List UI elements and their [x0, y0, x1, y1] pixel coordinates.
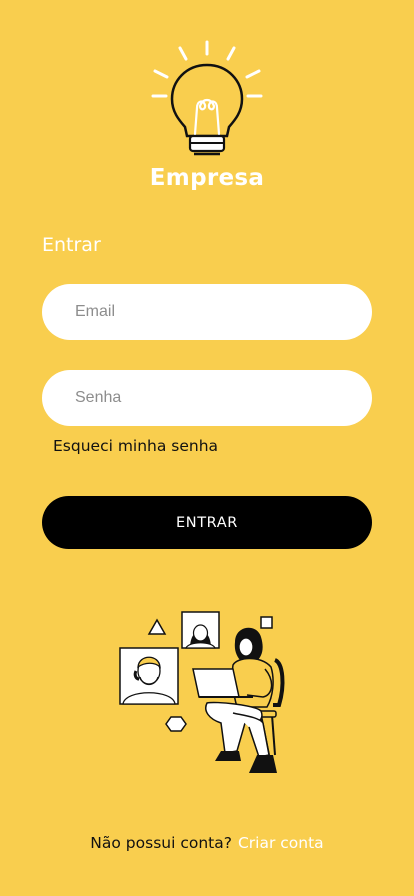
password-field[interactable]	[42, 370, 372, 426]
signup-prompt: Não possui conta? Criar conta	[0, 834, 414, 852]
signup-question: Não possui conta?	[90, 834, 232, 852]
login-button[interactable]: ENTRAR	[42, 496, 372, 549]
forgot-password-link[interactable]: Esqueci minha senha	[53, 437, 218, 455]
create-account-link[interactable]: Criar conta	[238, 834, 324, 852]
remote-work-illustration	[119, 611, 285, 773]
login-title: Entrar	[42, 234, 101, 256]
lightbulb-icon	[151, 40, 263, 156]
email-field[interactable]	[42, 284, 372, 340]
brand-name: Empresa	[149, 165, 265, 191]
